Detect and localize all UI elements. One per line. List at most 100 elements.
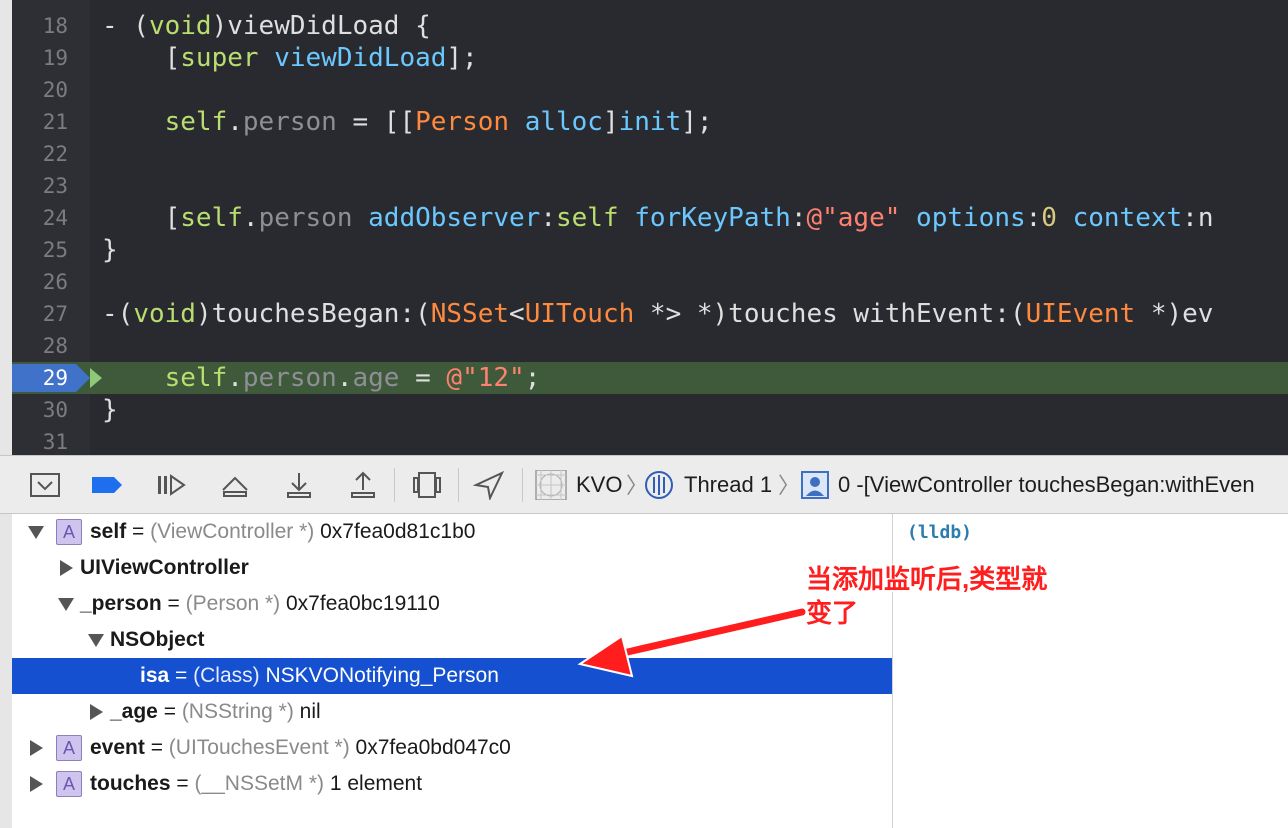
variable-type-icon: A (56, 735, 82, 761)
variable-type: (UITouchesEvent *) (168, 736, 350, 759)
code-text: [self.person addObserver:self forKeyPath… (102, 203, 1214, 233)
code-line[interactable]: 18 - (void)viewDidLoad { (12, 10, 1288, 42)
disclosure-collapsed-icon[interactable] (90, 704, 103, 720)
variable-value: 1 element (324, 772, 423, 795)
debug-bar-separator (522, 468, 523, 502)
variable-name: self (90, 520, 127, 543)
vars-left-strip (0, 514, 12, 828)
code-text: -(void)touchesBegan:(NSSet<UITouch *> *)… (102, 299, 1214, 329)
editor-left-strip (0, 0, 12, 455)
variable-type-icon: A (56, 771, 82, 797)
variable-type: (ViewController *) (150, 520, 315, 543)
continue-icon[interactable] (154, 470, 188, 500)
code-line[interactable]: 27 -(void)touchesBegan:(NSSet<UITouch *> … (12, 298, 1288, 330)
code-text: self.person = [[Person alloc]init]; (164, 107, 713, 137)
line-number: 21 (42, 110, 68, 134)
code-text: - (void)viewDidLoad { (102, 11, 431, 41)
annotation-note: 当添加监听后,类型就 变了 (806, 562, 1086, 630)
code-line[interactable]: 24 [self.person addObserver:self forKeyP… (12, 202, 1288, 234)
code-text: self.person.age = @"12"; (164, 363, 541, 393)
stack-frame-user-icon (800, 470, 834, 500)
disclosure-collapsed-icon[interactable] (30, 740, 43, 756)
variable-row-uiviewcontroller[interactable]: UIViewController (12, 550, 892, 586)
code-line[interactable]: 29 self.person.age = @"12"; (12, 362, 1288, 394)
variable-row-self[interactable]: A self = (ViewController *) 0x7fea0d81c1… (12, 514, 892, 550)
annotation-line-1: 当添加监听后,类型就 (806, 564, 1048, 594)
code-line[interactable]: 20 (12, 74, 1288, 106)
line-number: 25 (42, 238, 68, 262)
variable-value: nil (293, 700, 321, 723)
variable-type: (Class) (193, 664, 260, 687)
variable-row-touches[interactable]: A touches = (__NSSetM *) 1 element (12, 766, 892, 802)
line-number: 29 (42, 366, 68, 390)
variable-name: isa (140, 664, 170, 687)
code-text: [super viewDidLoad]; (102, 43, 478, 73)
breadcrumb-app[interactable]: KVO (576, 469, 622, 501)
variable-name: NSObject (110, 628, 205, 651)
line-number: 24 (42, 206, 68, 230)
code-text: } (102, 395, 118, 425)
annotation-line-2: 变了 (806, 598, 859, 628)
breadcrumb-frame[interactable]: 0 -[ViewController touchesBegan:withEven (838, 469, 1255, 501)
variable-value: NSKVONotifying_Person (259, 664, 499, 687)
debug-bar-separator (458, 468, 459, 502)
disclosure-collapsed-icon[interactable] (30, 776, 43, 792)
app-grid-icon (534, 469, 568, 501)
variable-value: 0x7fea0bc19110 (280, 592, 440, 615)
breadcrumb-thread[interactable]: Thread 1 (684, 469, 772, 501)
variable-type: (__NSSetM *) (194, 772, 324, 795)
instruction-pointer-icon (90, 368, 102, 388)
variable-type: (Person *) (185, 592, 281, 615)
variable-name: touches (90, 772, 171, 795)
line-number: 18 (42, 14, 68, 38)
code-line[interactable]: 31 (12, 426, 1288, 455)
line-number: 19 (42, 46, 68, 70)
breakpoints-toggle-icon[interactable] (90, 470, 124, 500)
breakpoint-marker-tip (76, 364, 90, 392)
code-editor[interactable]: 18- (void)viewDidLoad {19 [super viewDid… (0, 0, 1288, 455)
line-number: 22 (42, 142, 68, 166)
code-line[interactable]: 30} (12, 394, 1288, 426)
variable-value: 0x7fea0d81c1b0 (314, 520, 476, 543)
code-line[interactable]: 23 (12, 170, 1288, 202)
annotation-arrow-icon (577, 606, 808, 678)
code-line[interactable]: 26 (12, 266, 1288, 298)
debug-bar: KVO 〉 Thread 1 〉 0 -[ViewController touc… (0, 455, 1288, 514)
line-number: 30 (42, 398, 68, 422)
step-into-icon[interactable] (282, 470, 316, 500)
code-line[interactable]: 25} (12, 234, 1288, 266)
code-line[interactable]: 21 self.person = [[Person alloc]init]; (12, 106, 1288, 138)
lldb-prompt: (lldb) (907, 522, 973, 543)
line-number: 27 (42, 302, 68, 326)
code-line[interactable]: 22 (12, 138, 1288, 170)
line-number: 23 (42, 174, 68, 198)
step-out-icon[interactable] (346, 470, 380, 500)
chevron-right-icon: 〉 (778, 473, 801, 498)
variable-row-age[interactable]: _age = (NSString *) nil (12, 694, 892, 730)
disclosure-expanded-icon[interactable] (28, 526, 44, 539)
disclosure-collapsed-icon[interactable] (60, 560, 73, 576)
thread-icon (644, 470, 678, 500)
disclosure-expanded-icon[interactable] (58, 598, 74, 611)
variable-row-event[interactable]: A event = (UITouchesEvent *) 0x7fea0bd04… (12, 730, 892, 766)
variable-type: (NSString *) (181, 700, 294, 723)
step-over-icon[interactable] (218, 470, 252, 500)
disclosure-expanded-icon[interactable] (88, 634, 104, 647)
variable-name: _age (110, 700, 158, 723)
variable-type-icon: A (56, 519, 82, 545)
variable-name: UIViewController (80, 556, 249, 579)
debug-bar-separator (394, 468, 395, 502)
variable-name: event (90, 736, 145, 759)
code-text: } (102, 235, 118, 265)
variable-value: 0x7fea0bd047c0 (349, 736, 511, 759)
code-line[interactable]: 19 [super viewDidLoad]; (12, 42, 1288, 74)
code-line[interactable]: 28 (12, 330, 1288, 362)
line-number: 20 (42, 78, 68, 102)
variable-name: _person (80, 592, 162, 615)
hide-debug-area-icon[interactable] (28, 470, 62, 500)
line-number: 31 (42, 430, 68, 454)
simulate-location-icon[interactable] (472, 470, 506, 502)
line-number: 26 (42, 270, 68, 294)
debug-view-hierarchy-icon[interactable] (410, 470, 444, 500)
line-number: 28 (42, 334, 68, 358)
